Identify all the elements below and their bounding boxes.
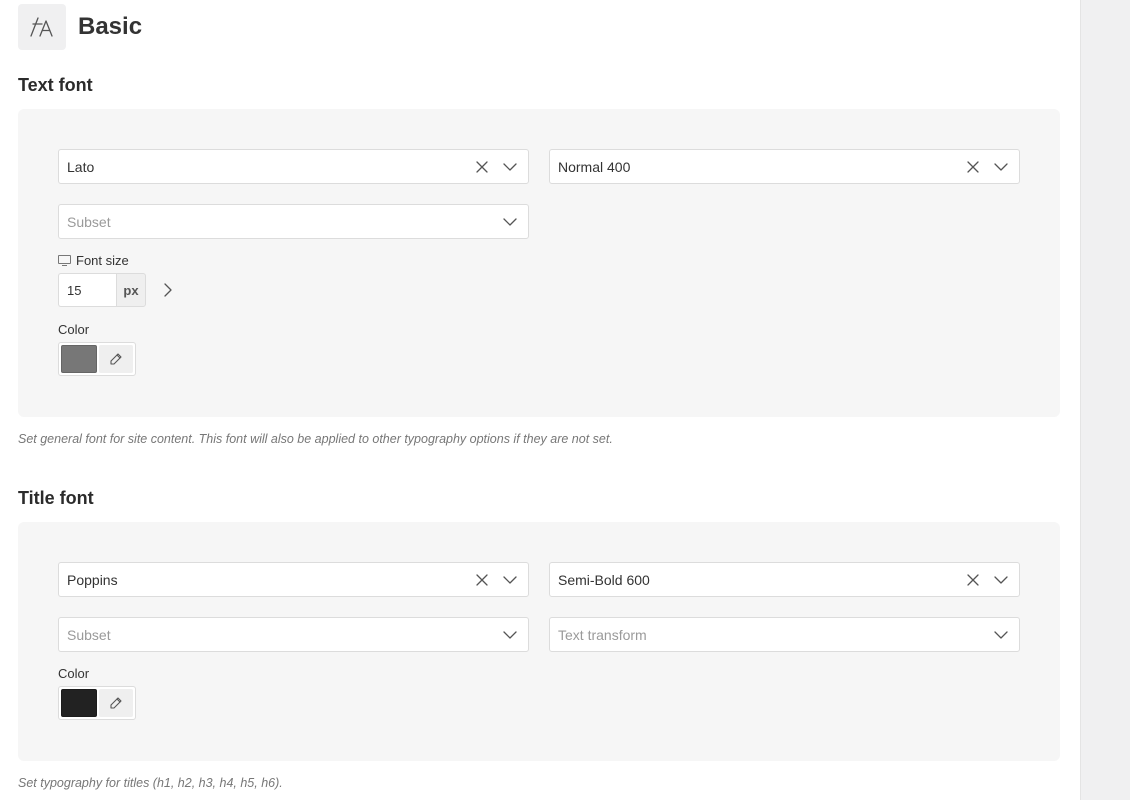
font-icon — [18, 4, 66, 50]
text-color-control — [58, 342, 136, 376]
chevron-down-icon[interactable] — [498, 210, 522, 234]
eyedropper-icon[interactable] — [99, 689, 133, 717]
font-size-label: Font size — [58, 253, 129, 268]
title-font-family-value: Poppins — [67, 571, 118, 588]
title-font-subset-select[interactable]: Subset — [58, 617, 529, 652]
chevron-down-icon[interactable] — [498, 568, 522, 592]
chevron-right-icon[interactable] — [158, 280, 178, 300]
title-font-weight-select[interactable]: Semi-Bold 600 — [549, 562, 1020, 597]
clear-icon[interactable] — [470, 155, 494, 179]
title-font-title: Title font — [18, 488, 94, 508]
title-font-subset-placeholder: Subset — [67, 626, 111, 643]
page-title: Basic — [78, 13, 143, 40]
settings-main: Basic Text font Lato Normal 400 Subset F… — [0, 0, 1080, 800]
chevron-down-icon[interactable] — [498, 623, 522, 647]
clear-icon[interactable] — [961, 155, 985, 179]
text-font-family-select[interactable]: Lato — [58, 149, 529, 184]
text-color-label: Color — [58, 322, 90, 337]
text-font-subset-placeholder: Subset — [67, 213, 111, 230]
title-font-card: Poppins Semi-Bold 600 Subset Text transf… — [18, 522, 1060, 761]
font-size-control: 15 px — [58, 273, 146, 307]
chevron-down-icon[interactable] — [989, 568, 1013, 592]
font-size-label-text: Font size — [76, 253, 129, 268]
title-font-description: Set typography for titles (h1, h2, h3, h… — [18, 776, 283, 790]
text-font-weight-select[interactable]: Normal 400 — [549, 149, 1020, 184]
font-size-unit[interactable]: px — [116, 273, 146, 307]
clear-icon[interactable] — [961, 568, 985, 592]
text-font-title: Text font — [18, 75, 93, 95]
font-size-input[interactable]: 15 — [58, 273, 116, 307]
chevron-down-icon[interactable] — [498, 155, 522, 179]
clear-icon[interactable] — [470, 568, 494, 592]
text-color-swatch[interactable] — [61, 345, 97, 373]
text-font-description: Set general font for site content. This … — [18, 432, 613, 446]
side-panel — [1080, 0, 1130, 800]
title-color-label: Color — [58, 666, 90, 681]
text-font-subset-select[interactable]: Subset — [58, 204, 529, 239]
section-header: Basic — [18, 4, 142, 50]
chevron-down-icon[interactable] — [989, 155, 1013, 179]
text-font-family-value: Lato — [67, 158, 95, 175]
title-font-family-select[interactable]: Poppins — [58, 562, 529, 597]
chevron-down-icon[interactable] — [989, 623, 1013, 647]
title-text-transform-select[interactable]: Text transform — [549, 617, 1020, 652]
title-color-swatch[interactable] — [61, 689, 97, 717]
text-font-weight-value: Normal 400 — [558, 158, 631, 175]
title-color-control — [58, 686, 136, 720]
eyedropper-icon[interactable] — [99, 345, 133, 373]
title-text-transform-placeholder: Text transform — [558, 626, 647, 643]
text-font-card: Lato Normal 400 Subset Font size 15 px C… — [18, 109, 1060, 417]
desktop-icon[interactable] — [58, 255, 71, 266]
title-font-weight-value: Semi-Bold 600 — [558, 571, 650, 588]
